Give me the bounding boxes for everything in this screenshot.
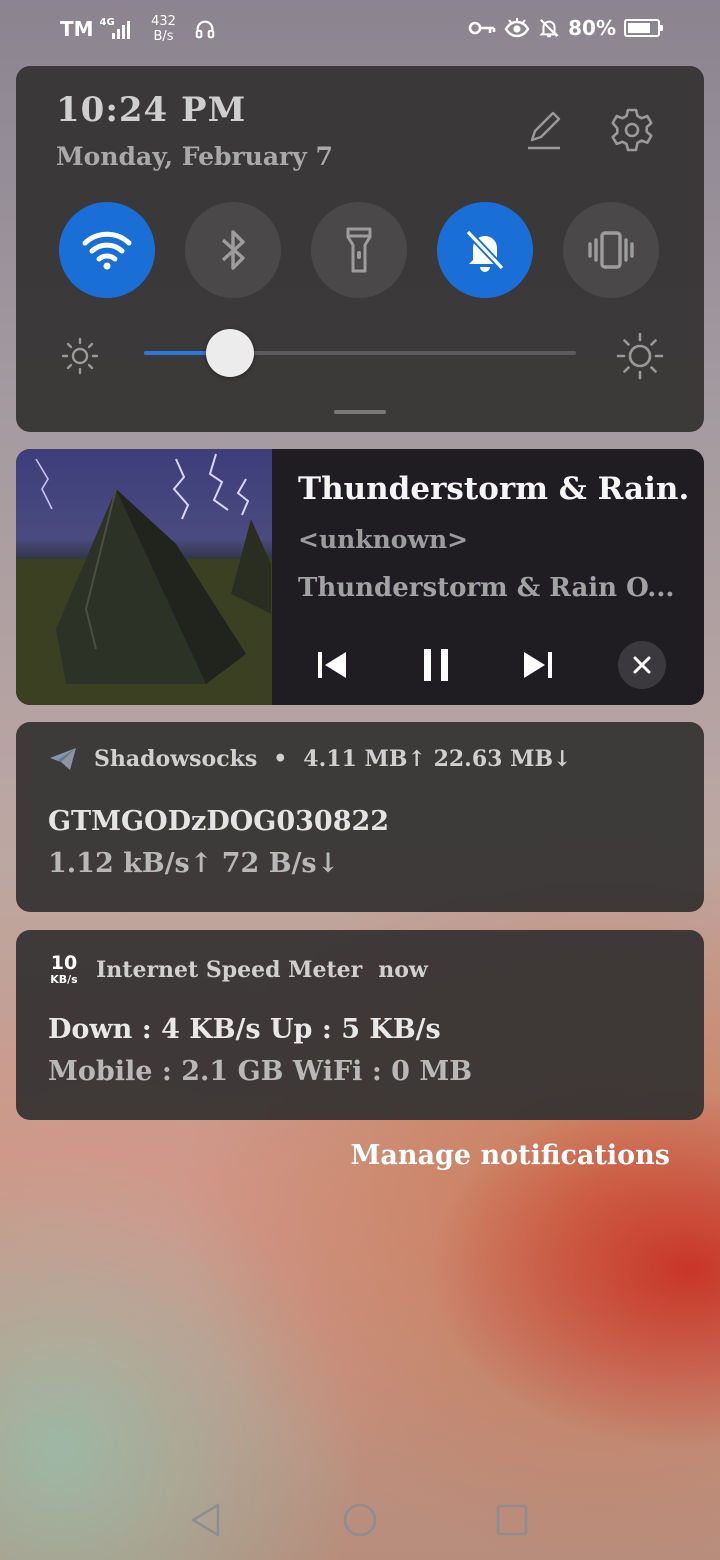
tile-vibrate[interactable] [563,202,659,298]
previous-button[interactable] [310,645,354,685]
status-bar-right: 80% [468,16,663,40]
back-icon[interactable] [188,1500,228,1540]
current-speed: 1.12 kB/s↑ 72 B/s↓ [48,848,340,879]
home-icon[interactable] [340,1500,380,1540]
brightness-low-icon [61,337,99,375]
album-art [16,449,272,705]
app-name: Internet Speed Meter [96,956,363,983]
wifi-icon [82,231,132,270]
tile-wifi[interactable] [59,202,155,298]
speed-line: Down : 4 KB/s Up : 5 KB/s [48,1014,441,1045]
header-separator: • [273,746,288,772]
bell-off-icon [465,229,505,272]
traffic-summary: 4.11 MB↑ 22.63 MB↓ [303,746,572,772]
tile-flashlight[interactable] [311,202,407,298]
battery-icon [624,19,663,37]
vpn-key-icon [468,21,496,35]
settings-gear-icon[interactable] [608,106,656,154]
carrier-name: TM [60,17,94,41]
speed-meter-notification[interactable]: 10 KB/s Internet Speed Meter now Down : … [16,930,704,1120]
eye-icon [504,18,530,38]
network-speed-unit: B/s [153,29,174,44]
signal-icon: 4G [100,17,134,41]
recents-icon[interactable] [492,1500,532,1540]
pause-button[interactable] [414,645,458,685]
media-artist: <unknown> [298,525,469,554]
bell-off-icon [539,18,559,38]
pause-icon [424,649,448,681]
battery-percent: 80% [568,16,616,40]
notification-header: Shadowsocks • 4.11 MB↑ 22.63 MB↓ [48,746,572,772]
clock[interactable]: 10:24 PM [56,90,246,130]
previous-icon [318,652,346,678]
media-title: Thunderstorm & Rain... [298,471,688,507]
brightness-high-icon [616,332,664,380]
media-album: Thunderstorm & Rain O... [298,573,675,603]
manage-notifications-button[interactable]: Manage notifications [351,1140,670,1171]
date[interactable]: Monday, February 7 [56,142,333,171]
app-name: Shadowsocks [94,746,258,772]
notification-header: 10 KB/s Internet Speed Meter now [48,952,428,986]
network-speed: 432 B/s [144,14,184,44]
brightness-slider-thumb[interactable] [206,329,255,377]
vibrate-icon [588,231,634,269]
status-bar-left: TM 4G 432 B/s [60,14,216,44]
speed-meter-icon: 10 KB/s [50,952,78,986]
usage-line: Mobile : 2.1 GB WiFi : 0 MB [48,1056,473,1087]
close-icon [633,656,651,674]
shadowsocks-notification[interactable]: Shadowsocks • 4.11 MB↑ 22.63 MB↓ GTMGODz… [16,722,704,912]
expand-handle[interactable] [334,410,386,414]
tile-bluetooth[interactable] [185,202,281,298]
tile-do-not-disturb[interactable] [437,202,533,298]
network-speed-value: 432 [151,14,176,29]
notification-time: now [378,956,428,983]
paper-plane-icon [50,748,76,770]
quick-settings-panel: 10:24 PM Monday, February 7 [16,66,704,432]
navigation-bar [0,1480,720,1560]
brightness-slider[interactable] [144,329,576,377]
next-icon [524,652,552,678]
next-button[interactable] [516,645,560,685]
server-profile: GTMGODzDOG030822 [48,806,390,837]
bluetooth-icon [221,230,245,270]
edit-icon[interactable] [522,108,566,152]
media-close-button[interactable] [618,641,666,689]
status-bar: TM 4G 432 B/s 80% [0,0,720,60]
media-notification[interactable]: Thunderstorm & Rain... <unknown> Thunder… [16,449,704,705]
headset-icon [195,20,214,39]
flashlight-icon [346,227,372,273]
